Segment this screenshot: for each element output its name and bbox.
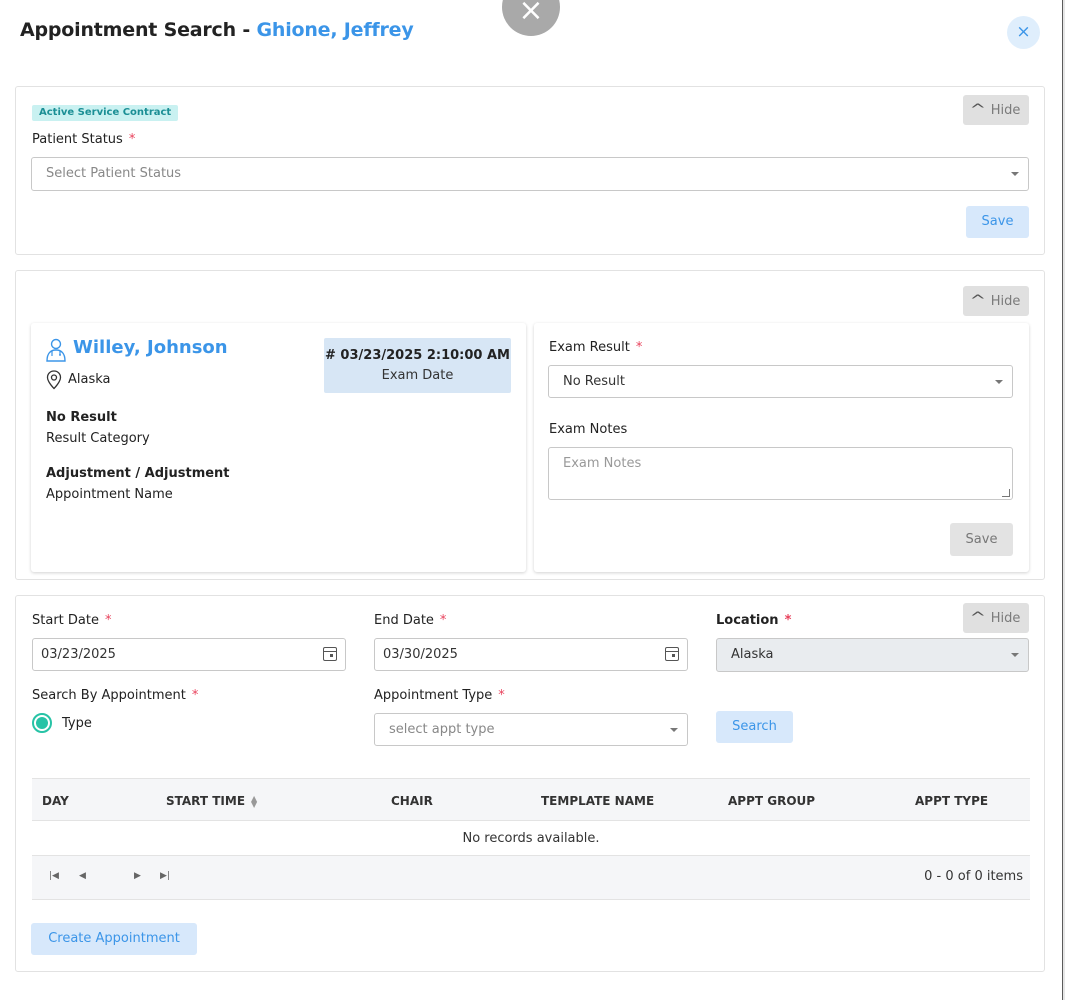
exam-date-label: Exam Date	[381, 368, 454, 383]
result-value: No Result	[46, 410, 117, 425]
exam-date-value: # 03/23/2025 2:10:00 AM	[325, 348, 510, 363]
column-template-name[interactable]: TEMPLATE NAME	[541, 794, 654, 808]
start-date-input[interactable]: 03/23/2025	[32, 638, 346, 671]
calendar-icon[interactable]	[323, 647, 337, 661]
column-day[interactable]: DAY	[42, 794, 69, 808]
patient-status-card: Active Service Contract ^ Hide Patient St…	[15, 86, 1045, 255]
exam-result-panel: Exam Result * No Result Exam Notes Exam N…	[534, 323, 1029, 572]
calendar-icon[interactable]	[665, 647, 679, 661]
appt-type-select[interactable]: select appt type	[374, 713, 688, 746]
hide-label: Hide	[990, 611, 1021, 626]
close-icon[interactable]: ×	[1007, 16, 1040, 49]
first-page-icon[interactable]: |◀	[49, 871, 59, 881]
caret-down-icon	[1011, 172, 1019, 176]
location-text: Alaska	[68, 372, 111, 387]
doctor-name[interactable]: Willey, Johnson	[73, 337, 228, 358]
title-text: Appointment Search -	[20, 19, 257, 41]
column-chair[interactable]: CHAIR	[391, 794, 433, 808]
end-date-label: End Date *	[374, 613, 447, 628]
sort-icon[interactable]: ▲ ▼	[251, 794, 257, 808]
location-label: Location *	[716, 613, 792, 628]
patient-name: Ghione, Jeffrey	[256, 19, 414, 41]
appointment-search-card: ^ Hide Start Date * 03/23/2025 End Date * 0…	[15, 595, 1045, 972]
type-radio[interactable]	[32, 713, 52, 733]
caret-down-icon	[670, 728, 678, 732]
hide-button[interactable]: ^ Hide	[963, 95, 1029, 125]
exam-notes-textarea[interactable]: Exam Notes	[548, 447, 1013, 500]
last-page-icon[interactable]: ▶|	[160, 871, 170, 881]
empty-table-message: No records available.	[32, 821, 1030, 856]
exam-result-select[interactable]: No Result	[548, 365, 1013, 398]
column-appt-group[interactable]: APPT GROUP	[728, 794, 815, 808]
hide-button[interactable]: ^ Hide	[963, 603, 1029, 633]
type-radio-label[interactable]: Type	[62, 716, 92, 731]
save-button[interactable]: Save	[950, 523, 1013, 556]
result-caption: Result Category	[46, 431, 150, 446]
chevron-up-icon: ^	[969, 293, 987, 309]
exam-result-label: Exam Result *	[549, 340, 643, 355]
search-button[interactable]: Search	[716, 711, 793, 743]
hide-label: Hide	[990, 103, 1021, 118]
hide-button[interactable]: ^ Hide	[963, 286, 1029, 316]
save-button[interactable]: Save	[966, 206, 1029, 238]
exam-date-box: # 03/23/2025 2:10:00 AM Exam Date	[324, 338, 511, 393]
caret-down-icon	[995, 380, 1003, 384]
chevron-up-icon: ^	[969, 102, 987, 118]
search-by-label: Search By Appointment *	[32, 688, 199, 703]
patient-status-label: Patient Status *	[32, 132, 136, 147]
exam-card: ^ Hide Willey, Johnson Alaska # 03/23/202…	[15, 270, 1045, 580]
patient-status-select[interactable]: Select Patient Status	[31, 157, 1029, 191]
resize-grip-icon[interactable]	[1002, 489, 1010, 497]
next-page-icon[interactable]: ▶	[134, 871, 141, 881]
pager: |◀ ◀ ▶ ▶| 0 - 0 of 0 items	[32, 856, 1030, 900]
appt-type-label: Appointment Type *	[374, 688, 505, 703]
hide-label: Hide	[990, 294, 1021, 309]
column-appt-type[interactable]: APPT TYPE	[915, 794, 988, 808]
exam-notes-label: Exam Notes	[549, 422, 628, 437]
location-pin-icon	[46, 370, 62, 390]
create-appointment-button[interactable]: Create Appointment	[31, 923, 197, 955]
location-select[interactable]: Alaska	[716, 638, 1029, 672]
overlay-close-icon[interactable]: ×	[502, 0, 560, 36]
end-date-input[interactable]: 03/30/2025	[374, 638, 688, 671]
page-title: Appointment Search - Ghione, Jeffrey	[20, 19, 414, 41]
table-header: DAY START TIME ▲ ▼ CHAIR TEMPLATE NAME APP…	[32, 778, 1030, 821]
status-badge: Active Service Contract	[32, 105, 179, 121]
column-start-time[interactable]: START TIME ▲ ▼	[166, 794, 257, 808]
appointment-search-modal: Appointment Search - Ghione, Jeffrey × ×…	[0, 0, 1062, 1000]
start-date-label: Start Date *	[32, 613, 112, 628]
exam-summary-panel: Willey, Johnson Alaska # 03/23/2025 2:10…	[31, 323, 526, 572]
prev-page-icon[interactable]: ◀	[79, 871, 86, 881]
doctor-icon	[46, 338, 66, 362]
appointment-caption: Appointment Name	[46, 487, 173, 502]
chevron-up-icon: ^	[969, 610, 987, 626]
caret-down-icon	[1011, 653, 1019, 657]
pager-info: 0 - 0 of 0 items	[924, 869, 1023, 884]
appointment-value: Adjustment / Adjustment	[46, 466, 230, 481]
